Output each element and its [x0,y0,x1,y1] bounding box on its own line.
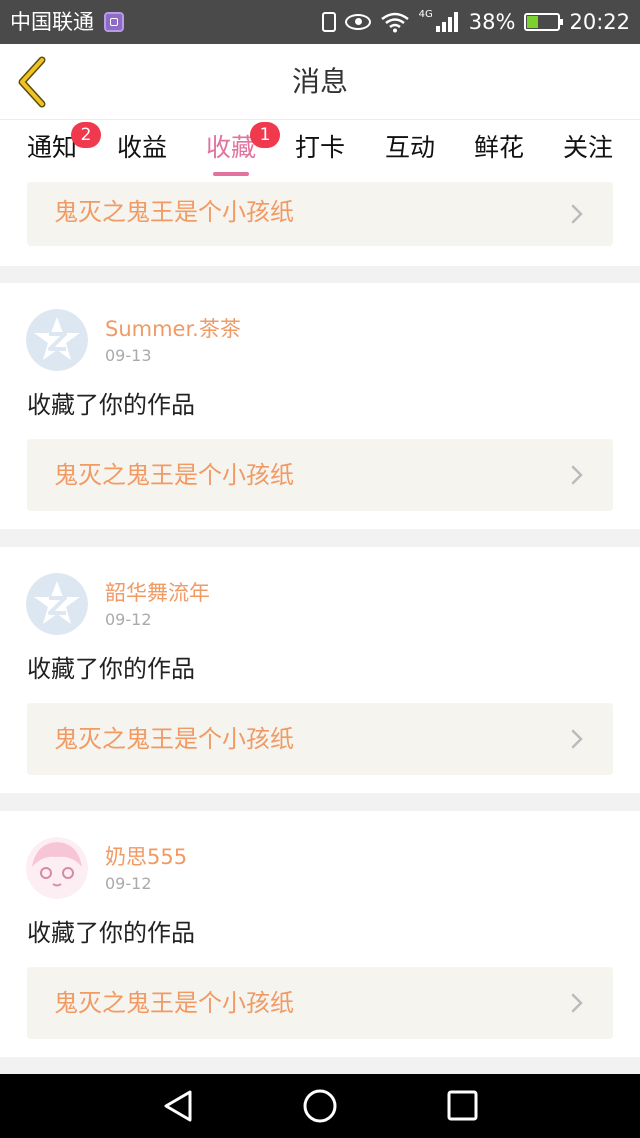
tab-label: 互动 [384,133,435,162]
tab-label: 收益 [116,133,167,162]
status-bar: 中国联通 4G 38% 20:22 [0,0,640,44]
message-date: 09-13 [105,346,152,365]
message-text: 收藏了你的作品 [27,391,195,419]
status-bar-left: 中国联通 [10,8,124,36]
tab-label: 打卡 [294,133,345,162]
home-circle-icon [303,1089,337,1123]
nav-recents-button[interactable] [442,1088,482,1124]
clock: 20:22 [569,10,630,34]
app-header: 消息 [0,44,640,120]
user-avatar[interactable] [26,837,88,899]
anime-avatar [26,837,88,899]
tab-label: 收藏 [205,133,256,162]
message-item: 奶思555 09-12 收藏了你的作品 鬼灭之鬼王是个小孩纸 [0,811,640,1057]
work-link-card[interactable]: 鬼灭之鬼王是个小孩纸 [27,703,613,775]
work-link-card[interactable]: 鬼灭之鬼王是个小孩纸 [27,439,613,511]
user-avatar[interactable] [26,573,88,635]
message-date: 09-12 [105,874,152,893]
nav-back-button[interactable] [158,1088,198,1124]
tab-label: 通知 [26,133,77,162]
username[interactable]: 韶华舞流年 [105,579,210,607]
message-item: 韶华舞流年 09-12 收藏了你的作品 鬼灭之鬼王是个小孩纸 [0,547,640,793]
message-text: 收藏了你的作品 [27,655,195,683]
vibrate-icon [321,12,336,32]
message-item: 鬼灭之鬼王是个小孩纸 [0,182,640,266]
user-avatar[interactable] [26,309,88,371]
tab-bar: 通知 2 收益 收藏 1 打卡 互动 鲜花 关注 [0,120,640,182]
work-title: 鬼灭之鬼王是个小孩纸 [54,461,294,489]
recents-square-icon [447,1090,478,1121]
app-notification-icon [104,12,124,32]
tab-following[interactable]: 关注 [562,130,614,180]
default-avatar-icon [26,573,88,635]
chevron-right-icon [571,465,583,485]
network-type: 4G [418,8,433,20]
back-triangle-icon [164,1090,192,1122]
work-title: 鬼灭之鬼王是个小孩纸 [54,198,294,226]
page-title: 消息 [291,65,348,98]
signal-icon [435,12,460,32]
tab-earnings[interactable]: 收益 [116,130,168,180]
chevron-right-icon [571,993,583,1013]
nav-home-button[interactable] [300,1088,340,1124]
eye-comfort-icon [344,14,371,30]
tab-notifications[interactable]: 通知 2 [26,122,101,180]
username[interactable]: Summer.茶茶 [105,315,241,343]
message-date: 09-12 [105,610,152,629]
message-item: Summer.茶茶 09-13 收藏了你的作品 鬼灭之鬼王是个小孩纸 [0,283,640,529]
work-link-card[interactable]: 鬼灭之鬼王是个小孩纸 [27,182,613,246]
unread-badge: 2 [71,122,101,148]
work-title: 鬼灭之鬼王是个小孩纸 [54,989,294,1017]
tab-interactions[interactable]: 互动 [384,130,436,180]
tab-favorites[interactable]: 收藏 1 [205,122,280,180]
wifi-icon [380,12,409,33]
username[interactable]: 奶思555 [105,843,187,871]
system-nav-bar [0,1074,640,1138]
battery-percent: 38% [468,10,516,34]
carrier-name: 中国联通 [10,10,94,34]
tab-checkin[interactable]: 打卡 [294,130,346,180]
chevron-right-icon [571,729,583,749]
message-feed[interactable]: 鬼灭之鬼王是个小孩纸 Summer.茶茶 09-13 收藏了你的作品 鬼灭之鬼王… [0,182,640,1074]
tab-label: 鲜花 [473,133,524,162]
work-title: 鬼灭之鬼王是个小孩纸 [54,725,294,753]
tab-label: 关注 [562,133,613,162]
work-link-card[interactable]: 鬼灭之鬼王是个小孩纸 [27,967,613,1039]
tab-flowers[interactable]: 鲜花 [473,130,525,180]
default-avatar-icon [26,309,88,371]
chevron-right-icon [571,204,583,224]
unread-badge: 1 [250,122,280,148]
battery-charging-icon [524,13,564,31]
status-bar-right: 4G 38% 20:22 [313,8,630,36]
message-text: 收藏了你的作品 [27,919,195,947]
active-tab-indicator [213,172,249,176]
